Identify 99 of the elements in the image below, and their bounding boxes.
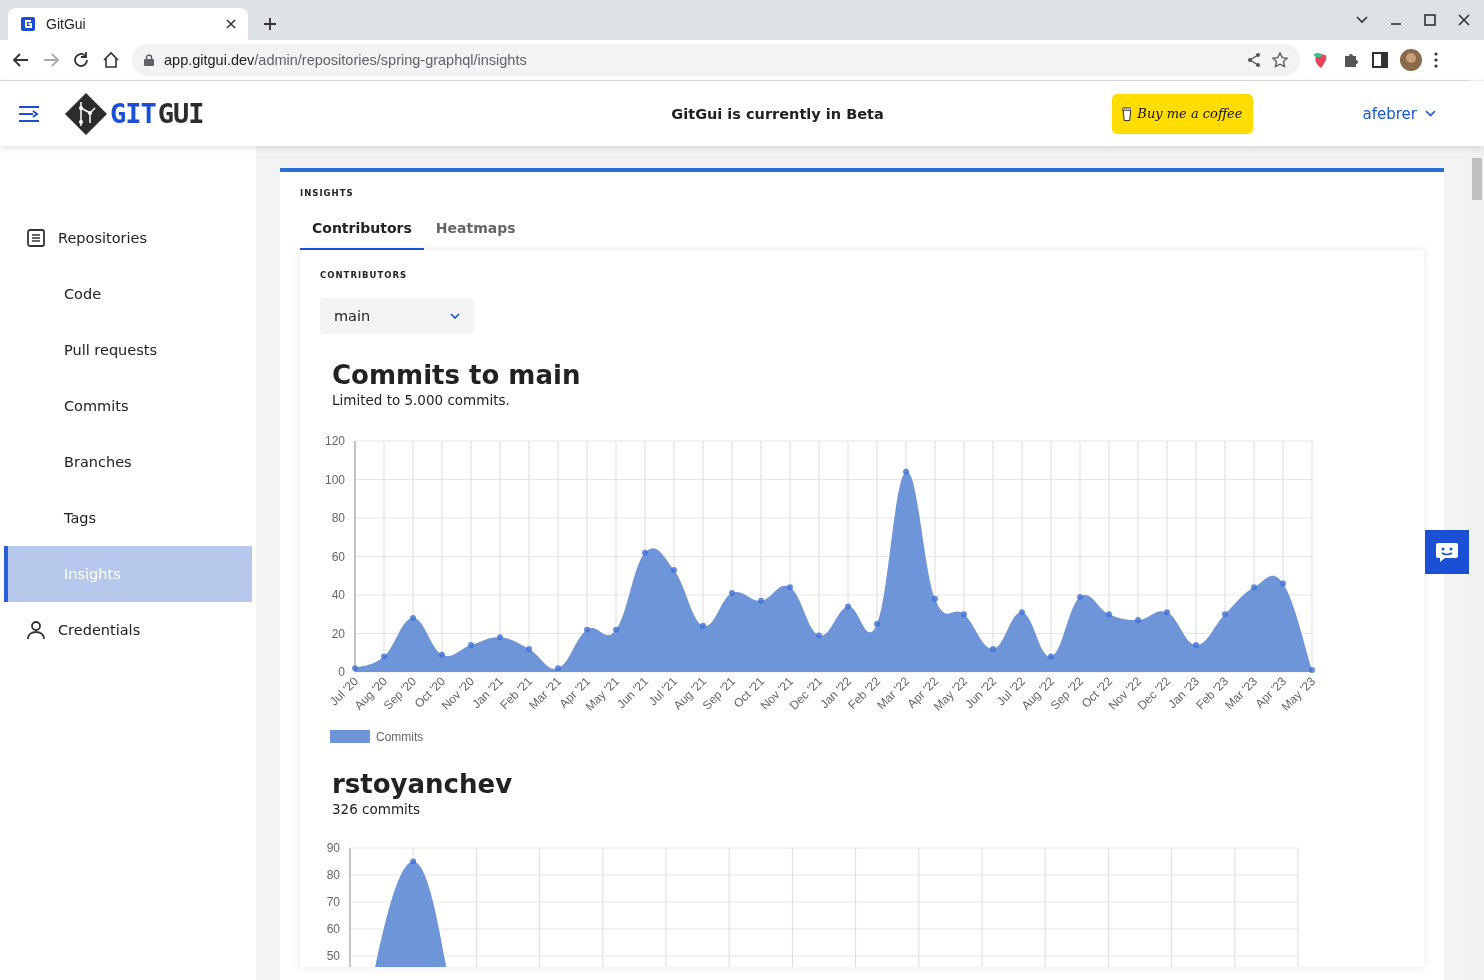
chat-button[interactable] [1425,530,1469,574]
sidebar-item[interactable]: Branches [4,434,252,490]
axis-tick-label: 70 [326,895,340,909]
puzzle-icon[interactable] [1342,51,1360,69]
data-point [410,858,417,865]
data-point [584,626,590,633]
axis-tick-label: 0 [338,665,345,679]
user-menu[interactable]: afebrer [1362,104,1436,123]
chart-subtitle: 326 commits [332,801,422,817]
sidebar-item-label: Credentials [58,622,141,638]
chart-subtitle: Limited to 5.000 commits. [332,392,511,408]
avatar-icon[interactable] [1400,49,1422,71]
browser-tab[interactable]: GitGui [8,8,248,40]
chevron-down-icon[interactable] [1356,16,1368,24]
data-point [1077,593,1083,600]
axis-tick-label: 50 [326,949,340,963]
chevron-down-icon [1425,110,1436,117]
data-point [700,622,706,629]
back-icon[interactable] [12,51,30,69]
logo-text: GUI [157,98,204,129]
star-icon[interactable] [1272,52,1288,68]
data-point [381,653,387,660]
data-point [1048,653,1054,660]
data-point [990,645,996,652]
data-point [1135,617,1141,624]
share-icon[interactable] [1246,52,1262,68]
data-point [874,620,880,627]
axis-tick-label: 60 [331,549,345,564]
axis-tick-label: 100 [324,472,345,487]
chevron-down-icon [450,313,460,319]
address-bar[interactable]: app.gitgui.dev/admin/repositories/spring-graphql/insights [132,44,1300,76]
more-icon[interactable] [1434,52,1438,68]
data-point [1222,611,1228,618]
data-point [1019,609,1025,616]
favicon-icon [20,16,36,32]
data-point [729,590,735,597]
scrollbar-thumb[interactable] [1472,158,1482,200]
sidebar-item-label: Repositories [58,230,148,246]
data-point [1164,609,1170,616]
close-icon[interactable] [1458,14,1470,26]
buy-coffee-button[interactable]: Buy me a coffee [1111,93,1253,134]
data-point [845,603,851,610]
section-title: INSIGHTS [300,188,355,198]
data-point [613,626,619,633]
axis-tick-label: 120 [324,434,345,448]
sidebar-item[interactable]: Pull requests [4,322,252,378]
chart-title: Commits to main [332,360,582,390]
data-point [526,645,532,652]
data-point [932,595,938,602]
axis-tick-label: 20 [331,626,345,641]
axis-tick-label: 40 [331,588,345,602]
menu-icon[interactable] [18,104,40,123]
data-point [1106,611,1112,618]
sidebar-item[interactable]: Tags [4,490,252,546]
data-point [410,615,416,622]
data-point [671,567,677,573]
close-icon[interactable] [226,19,236,29]
data-point [1193,642,1199,649]
sidebar-item[interactable]: Commits [4,378,252,434]
reload-icon[interactable] [72,51,90,69]
data-point [1251,584,1257,591]
data-point [642,549,648,556]
person-icon [26,620,46,640]
document-icon [26,228,46,248]
lock-icon [144,54,154,66]
sidebar-toggle-icon[interactable] [1372,52,1388,68]
data-point [497,634,503,641]
tab[interactable]: Heatmaps [423,220,528,250]
axis-tick-label: 80 [331,511,345,525]
data-point [1280,580,1286,587]
data-point [787,584,793,591]
data-point [758,597,764,604]
tab-title: GitGui [46,16,87,32]
axis-tick-label: 60 [326,922,340,936]
chat-icon [1435,541,1459,563]
logo-icon [64,91,108,136]
data-point [961,611,967,618]
panel-title: CONTRIBUTORS [320,270,409,280]
beta-notice: GitGui is currently in Beta [671,105,884,122]
data-point [903,468,909,475]
url-text: app.gitgui.dev/admin/repositories/spring-graphql/insights [164,52,528,68]
data-point [816,632,822,639]
branch-select[interactable]: main [320,298,474,334]
axis-tick-label: 80 [326,868,340,882]
axis-tick-label: 90 [326,841,340,855]
data-point [468,642,474,649]
data-point [439,651,445,658]
data-point [555,665,561,672]
logo-text: GIT [110,98,156,129]
legend-swatch [330,730,370,743]
home-icon[interactable] [102,51,120,69]
legend-label: Commits [376,730,424,744]
data-point [352,665,358,672]
sidebar-item[interactable]: Credentials [0,602,248,658]
sidebar-item[interactable]: Code [4,266,252,322]
data-point [1309,667,1315,674]
chart-title: rstoyanchev [332,769,514,799]
maximize-icon[interactable] [1424,14,1436,26]
sidebar-item[interactable]: Repositories [0,210,248,266]
